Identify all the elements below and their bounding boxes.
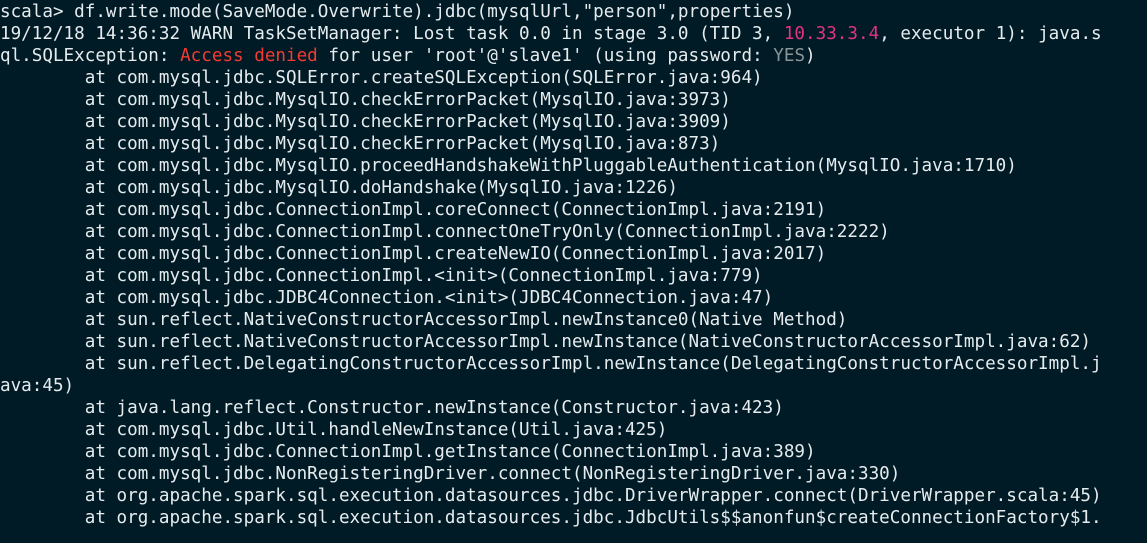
stack-trace-line: at com.mysql.jdbc.MysqlIO.doHandshake(My… [0, 178, 678, 198]
stack-trace-line: at com.mysql.jdbc.ConnectionImpl.coreCon… [0, 200, 827, 220]
stack-trace-line: at com.mysql.jdbc.Util.handleNewInstance… [0, 420, 668, 440]
stack-trace-line: at com.mysql.jdbc.MysqlIO.proceedHandsha… [0, 156, 1017, 176]
stack-trace-line: at com.mysql.jdbc.NonRegisteringDriver.c… [0, 464, 901, 484]
stack-trace-line: at com.mysql.jdbc.JDBC4Connection.<init>… [0, 288, 774, 308]
exception-suffix: ) [805, 46, 816, 66]
exception-middle: for user 'root'@'slave1' (using password… [317, 46, 774, 66]
password-flag: YES [773, 46, 806, 66]
warn-line: 19/12/18 14:36:32 WARN TaskSetManager: L… [0, 23, 1147, 45]
stack-trace-line: at com.mysql.jdbc.MysqlIO.checkErrorPack… [0, 90, 731, 110]
command-text: df.write.mode(SaveMode.Overwrite).jdbc(m… [63, 2, 795, 22]
stack-trace-line: at com.mysql.jdbc.ConnectionImpl.createN… [0, 244, 827, 264]
stack-trace-line: at com.mysql.jdbc.SQLError.createSQLExce… [0, 68, 763, 88]
command-line: scala> df.write.mode(SaveMode.Overwrite)… [0, 1, 1147, 23]
access-denied-text: Access denied [180, 46, 318, 66]
stack-trace-line: at org.apache.spark.sql.execution.dataso… [0, 486, 1102, 506]
terminal-output[interactable]: scala> df.write.mode(SaveMode.Overwrite)… [0, 0, 1147, 543]
stack-trace-line: at com.mysql.jdbc.MysqlIO.checkErrorPack… [0, 112, 731, 132]
stack-trace-line: ava:45) [0, 376, 75, 396]
prompt: scala> [0, 2, 64, 22]
stack-trace: at com.mysql.jdbc.SQLError.createSQLExce… [0, 67, 1147, 529]
exception-prefix: ql.SQLException: [0, 46, 181, 66]
stack-trace-line: at com.mysql.jdbc.MysqlIO.checkErrorPack… [0, 134, 721, 154]
host-address: 10.33.3.4 [783, 24, 880, 44]
stack-trace-line: at org.apache.spark.sql.execution.dataso… [0, 508, 1102, 528]
warn-prefix: 19/12/18 14:36:32 WARN TaskSetManager: L… [0, 24, 784, 44]
stack-trace-line: at com.mysql.jdbc.ConnectionImpl.getInst… [0, 442, 816, 462]
stack-trace-line: at com.mysql.jdbc.ConnectionImpl.connect… [0, 222, 890, 242]
stack-trace-line: at sun.reflect.DelegatingConstructorAcce… [0, 354, 1102, 374]
stack-trace-line: at java.lang.reflect.Constructor.newInst… [0, 398, 784, 418]
stack-trace-line: at sun.reflect.NativeConstructorAccessor… [0, 310, 848, 330]
warn-suffix: , executor 1): java.s [879, 24, 1102, 44]
stack-trace-line: at sun.reflect.NativeConstructorAccessor… [0, 332, 1092, 352]
stack-trace-line: at com.mysql.jdbc.ConnectionImpl.<init>(… [0, 266, 763, 286]
exception-line: ql.SQLException: Access denied for user … [0, 45, 1147, 67]
